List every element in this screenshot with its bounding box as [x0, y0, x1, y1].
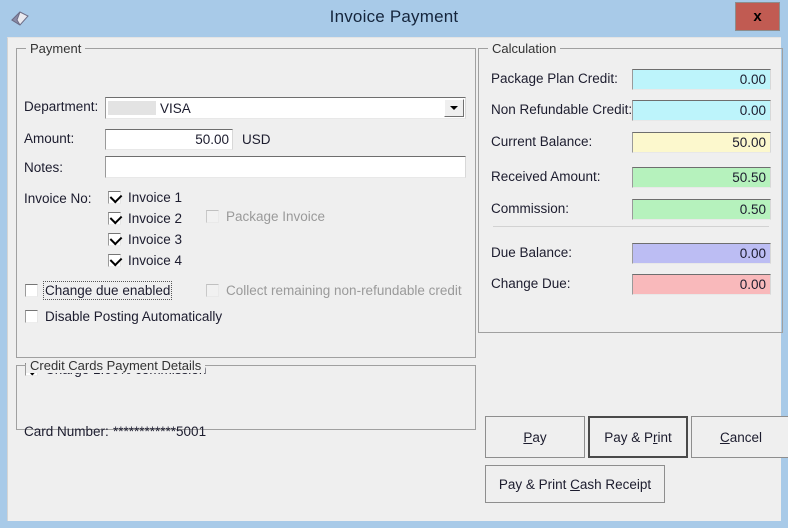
close-icon[interactable]: x [735, 2, 780, 31]
check-icon [109, 190, 123, 204]
calculation-group-title: Calculation [488, 41, 561, 56]
checkbox-collect-remaining-credit: Collect remaining non-refundable credit [206, 283, 462, 298]
checkbox-label: Disable Posting Automatically [45, 309, 223, 324]
check-icon [109, 232, 123, 246]
notes-label: Notes: [24, 160, 64, 175]
credit-cards-group-title: Credit Cards Payment Details [26, 358, 206, 373]
department-select[interactable]: VISA [105, 97, 466, 119]
invoice-payment-window: Invoice Payment x Payment Department: VI… [0, 0, 788, 528]
due-balance-value: 0.00 [632, 243, 771, 264]
credit-cards-group: Credit Cards Payment Details [16, 358, 476, 430]
checkbox-label: Invoice 4 [128, 253, 183, 268]
dialog-client-area: Payment Department: VISA Amount: USD Not… [7, 37, 788, 521]
checkbox-change-due-enabled[interactable]: Change due enabled [25, 281, 173, 300]
department-value: VISA [160, 101, 191, 116]
department-color-swatch [108, 101, 156, 115]
cancel-button[interactable]: Cancel [691, 416, 788, 458]
package-plan-credit-value: 0.00 [632, 69, 771, 90]
current-balance-label: Current Balance: [491, 134, 593, 149]
checkbox-invoice-2[interactable]: Invoice 2 [108, 211, 182, 226]
non-refundable-credit-label: Non Refundable Credit: [491, 102, 633, 117]
invoice-no-label: Invoice No: [24, 191, 92, 206]
window-titlebar: Invoice Payment x [0, 0, 788, 37]
checkbox-label: Collect remaining non-refundable credit [226, 283, 462, 298]
current-balance-value: 50.00 [632, 132, 771, 153]
amount-label: Amount: [24, 131, 75, 146]
pay-button[interactable]: Pay [485, 416, 585, 458]
checkbox-disable-posting[interactable]: Disable Posting Automatically [25, 309, 222, 324]
checkbox-invoice-3[interactable]: Invoice 3 [108, 232, 182, 247]
payment-group-title: Payment [26, 41, 86, 56]
checkbox-package-invoice: Package Invoice [206, 209, 325, 224]
change-due-label: Change Due: [491, 276, 571, 291]
checkbox-box [108, 190, 123, 204]
chevron-down-icon[interactable] [444, 99, 464, 117]
checkbox-label: Change due enabled [42, 281, 173, 300]
checkbox-box [206, 284, 219, 297]
checkbox-label: Package Invoice [226, 209, 326, 224]
non-refundable-credit-value: 0.00 [632, 100, 771, 121]
check-icon [109, 211, 123, 225]
calculation-group: Calculation Package Plan Credit: 0.00 No… [478, 41, 783, 333]
checkbox-box [108, 211, 123, 225]
received-amount-label: Received Amount: [491, 169, 601, 184]
amount-input[interactable] [105, 129, 233, 150]
checkbox-box [206, 210, 219, 223]
package-plan-credit-label: Package Plan Credit: [491, 71, 618, 86]
card-number-value: ************5001 [113, 424, 207, 439]
pay-and-print-button[interactable]: Pay & Print [588, 416, 688, 458]
received-amount-value: 50.50 [632, 167, 771, 188]
checkbox-invoice-1[interactable]: Invoice 1 [108, 190, 182, 205]
commission-value: 0.50 [632, 199, 771, 220]
checkbox-label: Invoice 1 [128, 190, 183, 205]
check-icon [109, 253, 123, 267]
amount-currency-label: USD [242, 132, 271, 147]
pay-and-print-cash-receipt-button[interactable]: Pay & Print Cash Receipt [485, 465, 665, 503]
notes-input[interactable] [105, 156, 466, 178]
checkbox-box [108, 253, 123, 267]
checkbox-label: Invoice 3 [128, 232, 183, 247]
card-number-label: Card Number: [24, 424, 109, 439]
commission-label: Commission: [491, 201, 570, 216]
checkbox-box [108, 232, 123, 246]
checkbox-label: Invoice 2 [128, 211, 183, 226]
checkbox-invoice-4[interactable]: Invoice 4 [108, 253, 182, 268]
department-label: Department: [24, 99, 99, 114]
due-balance-label: Due Balance: [491, 245, 573, 260]
checkbox-box [25, 284, 38, 297]
divider [493, 226, 769, 227]
checkbox-box [25, 310, 38, 323]
change-due-value: 0.00 [632, 274, 771, 295]
window-title: Invoice Payment [329, 7, 459, 26]
